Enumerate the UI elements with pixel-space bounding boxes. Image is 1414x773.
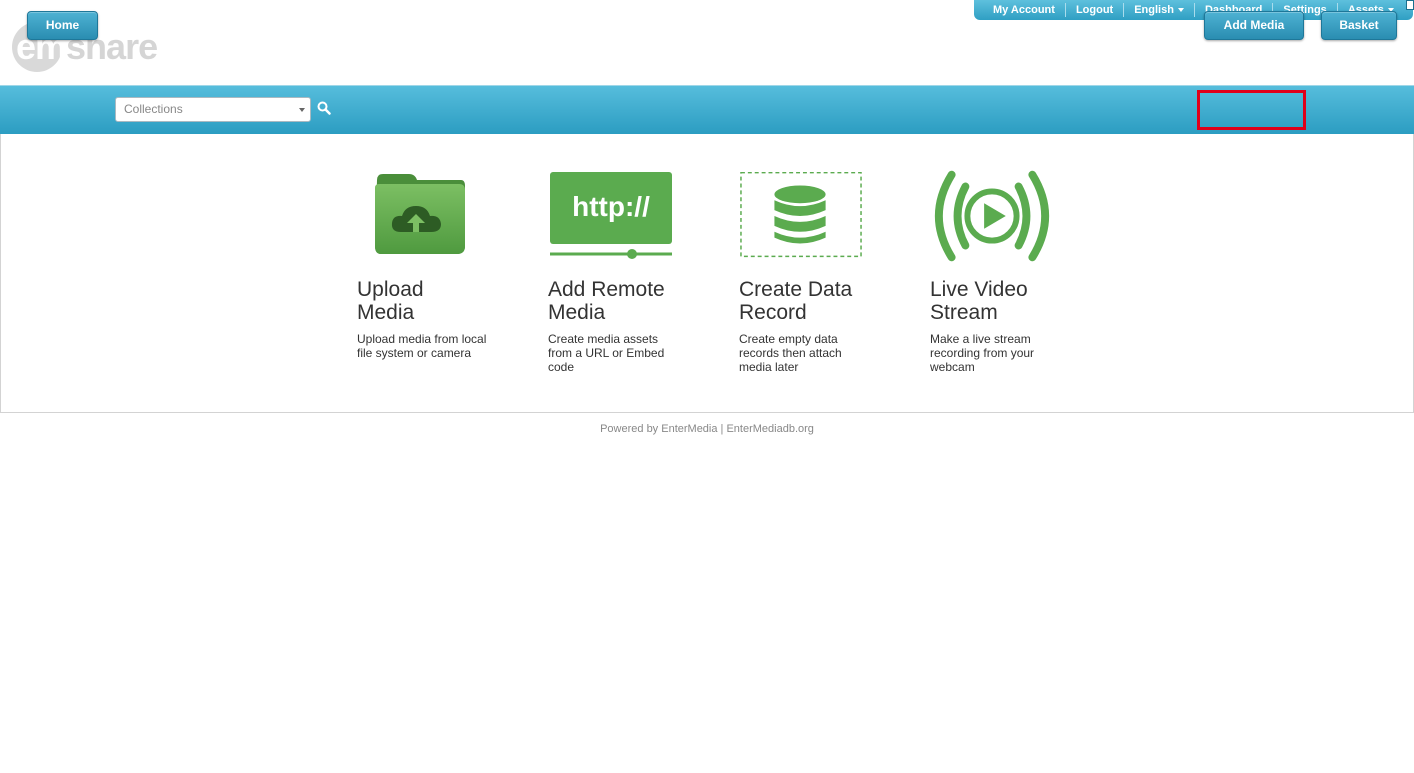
language-dropdown[interactable]: English bbox=[1123, 3, 1194, 17]
upload-media-card[interactable]: Upload Media Upload media from local file… bbox=[357, 170, 497, 360]
footer-credit: Powered by EnterMedia | EnterMediadb.org bbox=[600, 423, 814, 435]
search-icon[interactable] bbox=[317, 101, 331, 115]
add-media-highlight-box bbox=[1197, 90, 1306, 130]
create-data-record-title: Create Data Record bbox=[739, 278, 879, 324]
http-icon-text: http:// bbox=[572, 191, 650, 222]
home-button[interactable]: Home bbox=[27, 11, 98, 40]
content-panel bbox=[0, 134, 1414, 413]
live-stream-icon bbox=[930, 170, 1054, 264]
card-title-line2: Media bbox=[548, 301, 606, 324]
language-label: English bbox=[1134, 4, 1174, 16]
upload-media-title: Upload Media bbox=[357, 278, 497, 324]
http-icon: http:// bbox=[548, 170, 672, 264]
add-media-button[interactable]: Add Media bbox=[1204, 11, 1304, 40]
caret-down-icon bbox=[1177, 8, 1184, 13]
add-remote-media-description: Create media assets from a URL or Embed … bbox=[548, 332, 665, 374]
create-data-record-description: Create empty data records then attach me… bbox=[739, 332, 842, 374]
card-title-line2: Record bbox=[739, 301, 807, 324]
basket-button[interactable]: Basket bbox=[1321, 11, 1397, 40]
collections-select[interactable]: Collections bbox=[115, 97, 311, 122]
create-data-record-card[interactable]: Create Data Record Create empty data reco… bbox=[739, 170, 879, 374]
add-remote-media-title: Add Remote Media bbox=[548, 278, 688, 324]
card-title-line1: Live Video bbox=[930, 278, 1028, 301]
upload-folder-icon bbox=[357, 170, 481, 264]
add-remote-media-card[interactable]: http:// Add Remote Media Create media ass… bbox=[548, 170, 688, 374]
upload-media-description: Upload media from local file system or c… bbox=[357, 332, 487, 360]
card-title-line1: Create Data bbox=[739, 278, 853, 301]
dropdown-arrow-icon bbox=[299, 108, 305, 112]
card-title-line1: Upload bbox=[357, 278, 424, 301]
live-video-stream-description: Make a live stream recording from your w… bbox=[930, 332, 1035, 374]
my-account-link[interactable]: My Account bbox=[974, 3, 1065, 17]
window-corner-icon bbox=[1406, 0, 1414, 10]
live-video-stream-title: Live Video Stream bbox=[930, 278, 1070, 324]
logout-link[interactable]: Logout bbox=[1064, 3, 1123, 17]
live-video-stream-card[interactable]: Live Video Stream Make a live stream reco… bbox=[930, 170, 1070, 374]
database-icon bbox=[739, 170, 863, 264]
collections-placeholder: Collections bbox=[124, 102, 183, 116]
card-title-line2: Media bbox=[357, 301, 415, 324]
card-title-line2: Stream bbox=[930, 301, 998, 324]
card-title-line1: Add Remote bbox=[548, 278, 665, 301]
